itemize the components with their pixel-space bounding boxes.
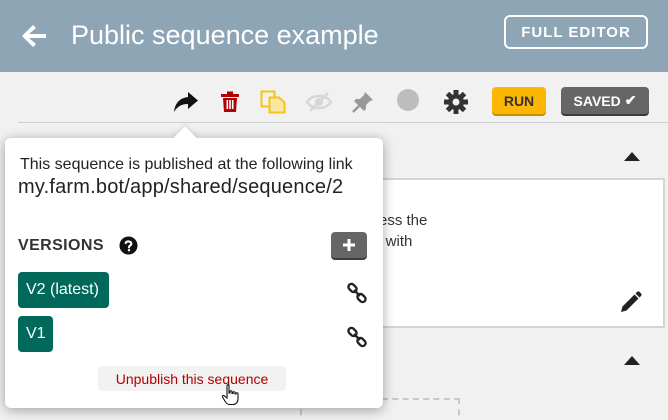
run-button[interactable]: RUN [492, 87, 546, 114]
pin-icon[interactable] [349, 88, 377, 116]
link-icon[interactable] [346, 326, 368, 348]
link-icon[interactable] [346, 282, 368, 304]
add-version-button[interactable] [331, 232, 367, 258]
unpublish-button[interactable]: Unpublish this sequence [98, 366, 286, 391]
trash-icon[interactable] [216, 88, 244, 116]
pencil-icon[interactable] [618, 291, 642, 315]
check-icon: ✔ [624, 92, 637, 108]
share-icon[interactable] [172, 88, 200, 116]
saved-label: SAVED [573, 92, 621, 109]
saved-button[interactable]: SAVED ✔ [561, 87, 649, 114]
collapse-up-icon[interactable] [622, 353, 642, 367]
step-text: ress the it with [374, 210, 454, 252]
color-dot-icon[interactable] [394, 86, 422, 114]
page-title: Public sequence example [71, 20, 379, 50]
collapse-up-icon[interactable] [622, 149, 642, 163]
full-editor-button[interactable]: FULL EDITOR [504, 15, 648, 49]
version-item[interactable]: V1 [18, 316, 53, 352]
published-text: This sequence is published at the follow… [20, 156, 353, 173]
hand-cursor-icon [221, 384, 239, 406]
step-text-line: ress the [374, 212, 428, 229]
toolbar-divider [18, 122, 668, 123]
shared-link[interactable]: my.farm.bot/app/shared/sequence/2 [18, 176, 343, 199]
copy-icon[interactable] [259, 88, 287, 116]
help-icon[interactable] [119, 236, 138, 255]
page-header: Public sequence example FULL EDITOR [0, 0, 668, 72]
gear-icon[interactable] [442, 88, 470, 116]
plus-icon [343, 239, 355, 251]
step-text-line: it with [374, 233, 413, 250]
arrow-left-icon[interactable] [18, 20, 50, 52]
versions-heading: VERSIONS [18, 237, 104, 254]
eye-slash-icon[interactable] [305, 88, 333, 116]
version-item[interactable]: V2 (latest) [18, 272, 109, 308]
